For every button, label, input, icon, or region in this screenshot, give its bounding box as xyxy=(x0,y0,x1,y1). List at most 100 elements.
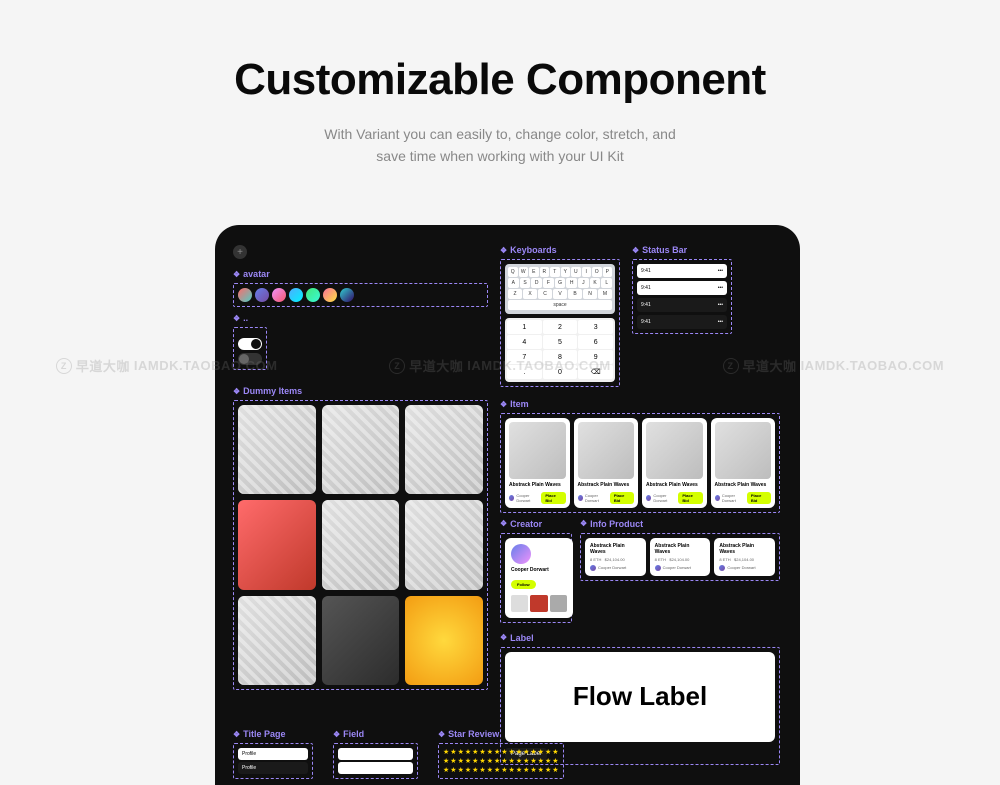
avatar[interactable] xyxy=(238,288,252,302)
status-bar-dark[interactable]: 9:41••• xyxy=(637,315,727,329)
avatar[interactable] xyxy=(255,288,269,302)
keyboards-frame[interactable]: QWERTYUIOP ASDFGHJKL ZXCVBNM space 12345… xyxy=(500,259,620,387)
keyboard-key[interactable]: Q xyxy=(508,267,518,277)
numpad-key[interactable]: 0 xyxy=(543,365,578,379)
dummy-item[interactable] xyxy=(238,405,316,494)
avatar[interactable] xyxy=(340,288,354,302)
keyboard-key[interactable]: L xyxy=(601,278,612,288)
info-product-card[interactable]: Abstrack Plain Waves 8 ETH $24,104.00 Co… xyxy=(650,538,711,576)
status-bar-light[interactable]: 9:41••• xyxy=(637,281,727,295)
numpad-key[interactable]: 9 xyxy=(578,350,613,364)
toggle-on[interactable] xyxy=(238,338,262,350)
creator-card[interactable]: Cooper Dorwart Follow xyxy=(505,538,573,618)
star-icon[interactable]: ★ xyxy=(516,766,522,774)
star-icon[interactable]: ★ xyxy=(552,748,558,756)
star-icon[interactable]: ★ xyxy=(479,757,485,765)
star-icon[interactable]: ★ xyxy=(516,757,522,765)
dummy-item[interactable] xyxy=(322,500,400,589)
star-icon[interactable]: ★ xyxy=(465,757,471,765)
creator-thumb[interactable] xyxy=(530,595,547,612)
keyboard-key[interactable]: G xyxy=(555,278,566,288)
creator-thumb[interactable] xyxy=(550,595,567,612)
star-icon[interactable]: ★ xyxy=(530,748,536,756)
keyboard-key[interactable]: T xyxy=(550,267,560,277)
keyboard-key[interactable]: H xyxy=(566,278,577,288)
star-review-frame[interactable]: ★★★★★★★★★★★★★★★★★★★★★★★★★★★★★★★★★★★★★★★★… xyxy=(438,743,564,779)
toggle-frame[interactable] xyxy=(233,327,267,370)
title-page-frame[interactable]: Profile Profile xyxy=(233,743,313,779)
star-icon[interactable]: ★ xyxy=(458,748,464,756)
star-icon[interactable]: ★ xyxy=(472,766,478,774)
keyboard-key[interactable]: U xyxy=(571,267,581,277)
star-icon[interactable]: ★ xyxy=(487,748,493,756)
keyboard-key[interactable]: J xyxy=(578,278,589,288)
numpad-key[interactable]: 7 xyxy=(507,350,542,364)
star-icon[interactable]: ★ xyxy=(538,757,544,765)
star-icon[interactable]: ★ xyxy=(545,757,551,765)
field-input[interactable] xyxy=(338,748,413,760)
star-icon[interactable]: ★ xyxy=(545,766,551,774)
dummy-item[interactable] xyxy=(405,500,483,589)
keyboard-key[interactable]: Z xyxy=(508,289,522,299)
numpad-key[interactable]: 4 xyxy=(507,335,542,349)
keyboard-key[interactable]: P xyxy=(603,267,613,277)
keyboard-key[interactable]: S xyxy=(520,278,531,288)
field-frame[interactable] xyxy=(333,743,418,779)
item-card[interactable]: Abstrack Plain Waves Cooper Dorwart Plac… xyxy=(574,418,639,508)
star-icon[interactable]: ★ xyxy=(516,748,522,756)
numpad-key[interactable]: 8 xyxy=(543,350,578,364)
star-icon[interactable]: ★ xyxy=(509,766,515,774)
star-icon[interactable]: ★ xyxy=(458,757,464,765)
star-icon[interactable]: ★ xyxy=(523,757,529,765)
dummy-item[interactable] xyxy=(238,596,316,685)
star-icon[interactable]: ★ xyxy=(465,748,471,756)
status-bar-light[interactable]: 9:41••• xyxy=(637,264,727,278)
star-icon[interactable]: ★ xyxy=(523,748,529,756)
dummy-frame[interactable] xyxy=(233,400,488,690)
keyboard-key[interactable]: V xyxy=(553,289,567,299)
keyboard-key[interactable]: I xyxy=(582,267,592,277)
keyboard-key[interactable]: D xyxy=(531,278,542,288)
keyboard-key[interactable]: W xyxy=(519,267,529,277)
keyboard-key[interactable]: C xyxy=(538,289,552,299)
star-icon[interactable]: ★ xyxy=(450,766,456,774)
star-icon[interactable]: ★ xyxy=(545,748,551,756)
place-bid-button[interactable]: Place Bid xyxy=(610,492,634,504)
star-icon[interactable]: ★ xyxy=(494,748,500,756)
numpad-key[interactable]: 3 xyxy=(578,320,613,334)
dummy-item[interactable] xyxy=(322,596,400,685)
item-frame[interactable]: Abstrack Plain Waves Cooper Dorwart Plac… xyxy=(500,413,780,513)
info-product-frame[interactable]: Abstrack Plain Waves 8 ETH $24,104.00 Co… xyxy=(580,533,780,581)
numpad-key[interactable]: ⌫ xyxy=(578,365,613,379)
star-icon[interactable]: ★ xyxy=(465,766,471,774)
keyboard-key[interactable]: A xyxy=(508,278,519,288)
place-bid-button[interactable]: Place Bid xyxy=(747,492,771,504)
add-button[interactable]: + xyxy=(233,245,247,259)
star-icon[interactable]: ★ xyxy=(443,766,449,774)
keyboard-key[interactable]: R xyxy=(540,267,550,277)
numpad-keyboard[interactable]: 123456789.0⌫ xyxy=(505,318,615,382)
star-icon[interactable]: ★ xyxy=(509,748,515,756)
numpad-key[interactable]: 5 xyxy=(543,335,578,349)
star-icon[interactable]: ★ xyxy=(472,757,478,765)
star-icon[interactable]: ★ xyxy=(450,748,456,756)
place-bid-button[interactable]: Place Bid xyxy=(678,492,702,504)
avatar[interactable] xyxy=(272,288,286,302)
item-card[interactable]: Abstrack Plain Waves Cooper Dorwart Plac… xyxy=(505,418,570,508)
follow-button[interactable]: Follow xyxy=(511,580,536,589)
dummy-item[interactable] xyxy=(322,405,400,494)
dummy-item[interactable] xyxy=(238,500,316,589)
keyboard-key[interactable]: B xyxy=(568,289,582,299)
creator-frame[interactable]: Cooper Dorwart Follow xyxy=(500,533,572,623)
toggle-off[interactable] xyxy=(238,353,262,365)
numpad-key[interactable]: 1 xyxy=(507,320,542,334)
star-icon[interactable]: ★ xyxy=(479,748,485,756)
star-icon[interactable]: ★ xyxy=(501,766,507,774)
status-bar-dark[interactable]: 9:41••• xyxy=(637,298,727,312)
star-icon[interactable]: ★ xyxy=(501,757,507,765)
star-icon[interactable]: ★ xyxy=(487,757,493,765)
status-bar-frame[interactable]: 9:41••• 9:41••• 9:41••• 9:41••• xyxy=(632,259,732,334)
qwerty-keyboard[interactable]: QWERTYUIOP ASDFGHJKL ZXCVBNM space xyxy=(505,264,615,314)
star-icon[interactable]: ★ xyxy=(494,766,500,774)
creator-thumb[interactable] xyxy=(511,595,528,612)
